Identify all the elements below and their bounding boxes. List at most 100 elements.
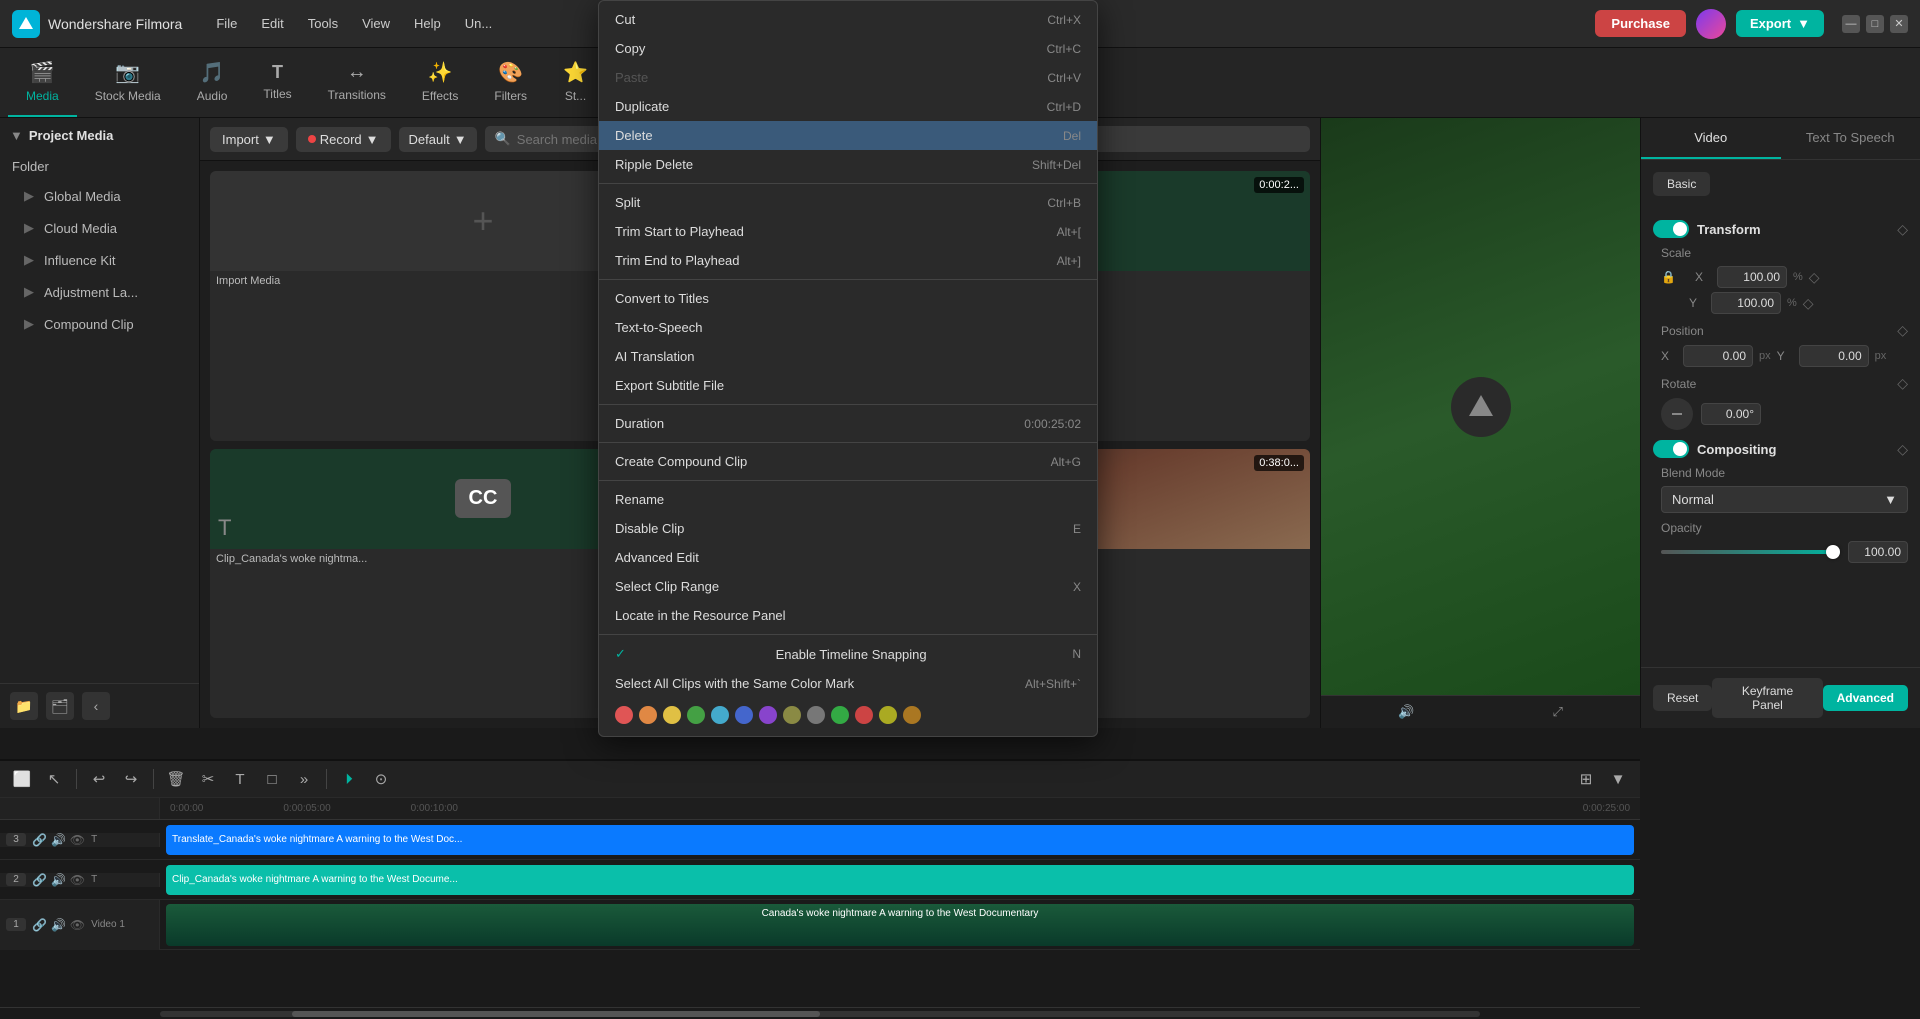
opacity-slider[interactable] [1661, 550, 1840, 554]
sidebar-folder[interactable]: Folder [0, 153, 199, 180]
track-clip[interactable]: Translate_Canada's woke nightmare A warn… [166, 825, 1634, 855]
ctx-cut[interactable]: Cut Ctrl+X [599, 5, 1097, 34]
sidebar-item-adjustment[interactable]: ▶ Adjustment La... [0, 276, 199, 308]
select-tool-button[interactable]: ↖ [40, 765, 68, 793]
reset-button[interactable]: Reset [1653, 685, 1712, 711]
scale-y-input[interactable] [1711, 292, 1781, 314]
transform-keyframe-icon[interactable]: ◇ [1897, 221, 1908, 238]
rotate-dial[interactable] [1661, 398, 1693, 430]
ctx-rename[interactable]: Rename [599, 485, 1097, 514]
tab-transitions[interactable]: ↔ Transitions [310, 48, 404, 117]
color-dot-gray[interactable] [807, 706, 825, 724]
color-dot-khaki[interactable] [879, 706, 897, 724]
ctx-duplicate[interactable]: Duplicate Ctrl+D [599, 92, 1097, 121]
ctx-paste[interactable]: Paste Ctrl+V [599, 63, 1097, 92]
ctx-ripple-delete[interactable]: Ripple Delete Shift+Del [599, 150, 1097, 179]
ctx-trim-end[interactable]: Trim End to Playhead Alt+] [599, 246, 1097, 275]
opacity-thumb[interactable] [1826, 545, 1840, 559]
rotate-keyframe-icon[interactable]: ◇ [1897, 375, 1908, 392]
ctx-copy[interactable]: Copy Ctrl+C [599, 34, 1097, 63]
compositing-toggle-switch[interactable] [1653, 440, 1689, 458]
color-dot-blue[interactable] [735, 706, 753, 724]
track-link-icon[interactable]: 🔗 [32, 918, 47, 932]
tab-filters[interactable]: 🎨 Filters [476, 48, 545, 117]
delete-button[interactable]: 🗑 [162, 765, 190, 793]
blend-mode-select[interactable]: Normal ▼ [1661, 486, 1908, 513]
ctx-enable-snapping[interactable]: ✓ Enable Timeline Snapping N [599, 639, 1097, 669]
more-button[interactable]: » [290, 765, 318, 793]
sidebar-item-influence-kit[interactable]: ▶ Influence Kit [0, 244, 199, 276]
menu-tools[interactable]: Tools [298, 12, 348, 35]
sidebar-item-global-media[interactable]: ▶ Global Media [0, 180, 199, 212]
ctx-duration[interactable]: Duration 0:00:25:02 [599, 409, 1097, 438]
color-dot-purple[interactable] [759, 706, 777, 724]
volume-icon[interactable]: 🔊 [1398, 704, 1414, 720]
position-keyframe-icon[interactable]: ◇ [1897, 322, 1908, 339]
record-button[interactable]: Record ▼ [296, 127, 391, 152]
compositing-keyframe-icon[interactable]: ◇ [1897, 441, 1908, 458]
tab-stickers[interactable]: ⭐ St... [545, 48, 606, 117]
menu-edit[interactable]: Edit [251, 12, 293, 35]
basic-button[interactable]: Basic [1653, 172, 1710, 196]
text-button[interactable]: T [226, 765, 254, 793]
tab-titles[interactable]: T Titles [245, 48, 309, 117]
tab-effects[interactable]: ✨ Effects [404, 48, 476, 117]
ctx-advanced-edit[interactable]: Advanced Edit [599, 543, 1097, 572]
position-y-input[interactable] [1799, 345, 1869, 367]
menu-view[interactable]: View [352, 12, 400, 35]
add-folder-button[interactable]: 📁 [10, 692, 38, 720]
color-dot-crimson[interactable] [855, 706, 873, 724]
color-dot-green[interactable] [687, 706, 705, 724]
purchase-button[interactable]: Purchase [1595, 10, 1686, 37]
scale-y-keyframe-icon[interactable]: ◇ [1803, 295, 1814, 312]
color-dot-olive[interactable] [783, 706, 801, 724]
project-media-header[interactable]: ▼ Project Media [0, 118, 199, 153]
track-volume-icon[interactable]: 🔊 [51, 873, 66, 887]
tab-video[interactable]: Video [1641, 118, 1781, 159]
view-default-select[interactable]: Default ▼ [399, 127, 477, 152]
color-dot-red[interactable] [615, 706, 633, 724]
sidebar-item-compound-clip[interactable]: ▶ Compound Clip [0, 308, 199, 340]
track-volume-icon[interactable]: 🔊 [51, 833, 66, 847]
track-eye-icon[interactable]: 👁 [70, 833, 85, 847]
ctx-convert-titles[interactable]: Convert to Titles [599, 284, 1097, 313]
snapshot-button[interactable]: ⊙ [367, 765, 395, 793]
undo-button[interactable]: ↩ [85, 765, 113, 793]
track-link-icon[interactable]: 🔗 [32, 873, 47, 887]
track-eye-icon[interactable]: 👁 [70, 918, 85, 932]
advanced-button[interactable]: Advanced [1823, 685, 1908, 711]
export-button[interactable]: Export ▼ [1736, 10, 1824, 37]
minimize-button[interactable]: — [1842, 15, 1860, 33]
ctx-export-subtitle[interactable]: Export Subtitle File [599, 371, 1097, 400]
cut-button[interactable]: ✂ [194, 765, 222, 793]
track-clip[interactable]: Canada's woke nightmare A warning to the… [166, 904, 1634, 946]
ctx-ai-translation[interactable]: AI Translation [599, 342, 1097, 371]
scrollbar-thumb[interactable] [292, 1011, 820, 1017]
tab-text-to-speech[interactable]: Text To Speech [1781, 118, 1920, 159]
group-button[interactable]: ⬜ [8, 765, 36, 793]
import-button[interactable]: Import ▼ [210, 127, 288, 152]
menu-help[interactable]: Help [404, 12, 451, 35]
play-button[interactable]: ⏵ [335, 765, 363, 793]
tab-stock-media[interactable]: 📷 Stock Media [77, 48, 179, 117]
rotate-input[interactable] [1701, 403, 1761, 425]
opacity-input[interactable] [1848, 541, 1908, 563]
redo-button[interactable]: ↪ [117, 765, 145, 793]
ctx-compound-clip[interactable]: Create Compound Clip Alt+G [599, 447, 1097, 476]
ctx-delete[interactable]: Delete Del [599, 121, 1097, 150]
keyframe-panel-button[interactable]: Keyframe Panel [1712, 678, 1822, 718]
fullscreen-icon[interactable]: ⤢ [1552, 704, 1562, 720]
ctx-locate-resource[interactable]: Locate in the Resource Panel [599, 601, 1097, 630]
scrollbar-track[interactable] [160, 1011, 1480, 1017]
chevron-down-button[interactable]: ▼ [1604, 765, 1632, 793]
color-dot-teal[interactable] [711, 706, 729, 724]
maximize-button[interactable]: □ [1866, 15, 1884, 33]
ctx-text-to-speech[interactable]: Text-to-Speech [599, 313, 1097, 342]
track-volume-icon[interactable]: 🔊 [51, 918, 66, 932]
ctx-trim-start[interactable]: Trim Start to Playhead Alt+[ [599, 217, 1097, 246]
ctx-disable-clip[interactable]: Disable Clip E [599, 514, 1097, 543]
scale-x-keyframe-icon[interactable]: ◇ [1809, 269, 1820, 286]
crop-button[interactable]: □ [258, 765, 286, 793]
collapse-panel-button[interactable]: ‹ [82, 692, 110, 720]
track-eye-icon[interactable]: 👁 [70, 873, 85, 887]
